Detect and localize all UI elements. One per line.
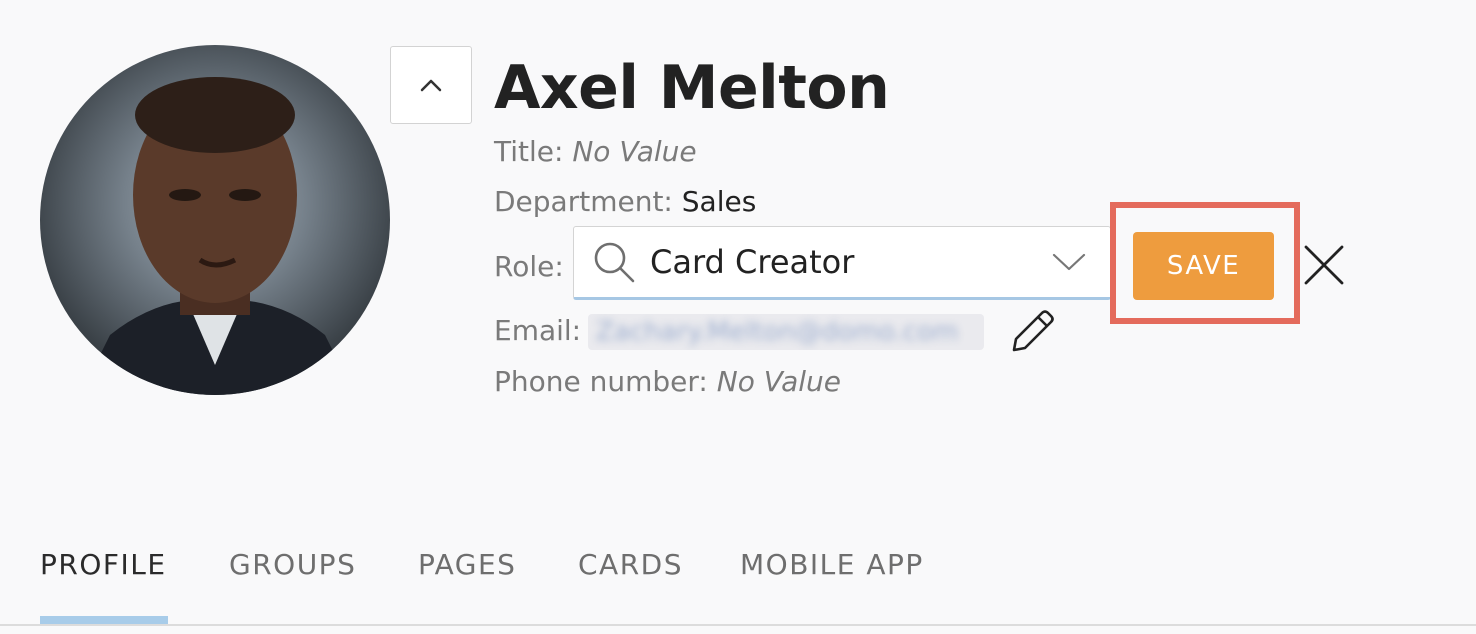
- role-select[interactable]: Card Creator: [573, 226, 1111, 300]
- department-field: Department: Sales: [494, 184, 756, 220]
- email-value-text: Zachary.Melton@domo.com: [596, 317, 959, 347]
- phone-label: Phone number:: [494, 365, 708, 398]
- close-icon[interactable]: [1302, 243, 1346, 287]
- email-label: Email:: [494, 314, 582, 347]
- tab-groups[interactable]: GROUPS: [229, 548, 356, 581]
- active-tab-indicator: [40, 616, 168, 624]
- collapse-button[interactable]: [390, 46, 472, 124]
- tab-bar-divider: [0, 624, 1476, 626]
- pencil-icon[interactable]: [1006, 306, 1058, 358]
- department-value: Sales: [681, 185, 757, 218]
- save-button[interactable]: SAVE: [1133, 232, 1274, 300]
- phone-field: Phone number: No Value: [494, 364, 841, 400]
- role-select-value: Card Creator: [650, 243, 855, 281]
- tab-pages[interactable]: PAGES: [418, 548, 516, 581]
- user-name: Axel Melton: [494, 53, 890, 123]
- search-icon: [594, 242, 635, 283]
- tab-profile[interactable]: PROFILE: [40, 548, 167, 581]
- department-label: Department:: [494, 185, 673, 218]
- email-field: Email:: [494, 313, 581, 349]
- phone-value: No Value: [716, 365, 842, 398]
- chevron-up-icon: [420, 79, 442, 92]
- chevron-down-icon[interactable]: [1052, 252, 1086, 272]
- tab-bar: PROFILE GROUPS PAGES CARDS MOBILE APP: [0, 540, 1476, 634]
- title-label: Title:: [494, 135, 564, 168]
- tab-cards[interactable]: CARDS: [578, 548, 683, 581]
- email-value: Zachary.Melton@domo.com: [588, 314, 984, 350]
- title-value: No Value: [572, 135, 697, 168]
- tab-mobile-app[interactable]: MOBILE APP: [740, 548, 924, 581]
- avatar: [40, 45, 390, 395]
- role-label: Role:: [494, 250, 564, 283]
- avatar-image: [80, 77, 355, 395]
- role-field: Role:: [494, 249, 564, 285]
- title-field: Title: No Value: [494, 134, 697, 170]
